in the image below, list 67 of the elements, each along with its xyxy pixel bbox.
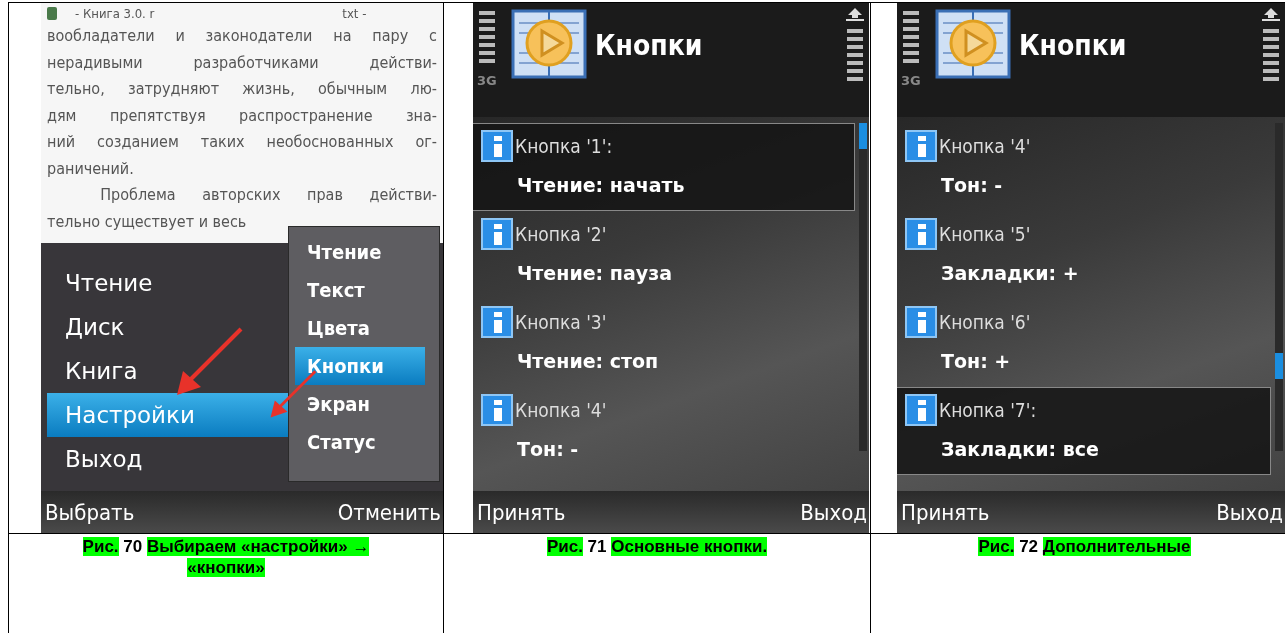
item-name: Кнопка '1':: [515, 135, 613, 157]
info-icon: [481, 130, 513, 162]
softkey[interactable]: Выход: [800, 499, 867, 525]
list-item[interactable]: Кнопка '2' Чтение: пауза: [473, 211, 855, 299]
figure-caption: Рис. 70 Выбираем «настройки» → «кнопки»: [81, 536, 371, 579]
info-icon: [481, 394, 513, 426]
reader-title: txt -: [342, 5, 367, 21]
list-item[interactable]: Кнопка '6' Тон: +: [897, 299, 1271, 387]
item-name: Кнопка '4': [939, 135, 1031, 157]
softkey[interactable]: Принять: [901, 499, 990, 525]
submenu-item[interactable]: Цвета: [289, 309, 439, 347]
upload-icon: [1261, 7, 1281, 21]
info-icon: [905, 394, 937, 426]
info-icon: [905, 306, 937, 338]
item-name: Кнопка '4': [515, 399, 607, 421]
list-item[interactable]: Кнопка '4' Тон: -: [473, 387, 855, 475]
list-item[interactable]: Кнопка '3' Чтение: стоп: [473, 299, 855, 387]
list-item[interactable]: Кнопка '1': Чтение: начать: [473, 123, 855, 211]
text-line: дям препятствуя распространение зна-: [47, 104, 437, 127]
network-label: 3G: [901, 73, 921, 88]
item-name: Кнопка '7':: [939, 399, 1037, 421]
item-value: Закладки: все: [940, 438, 1100, 460]
figure-caption: Рис. 72 Дополнительные: [977, 536, 1192, 558]
network-label: 3G: [477, 73, 497, 88]
item-value: Чтение: пауза: [516, 262, 673, 284]
upload-icon: [845, 7, 865, 21]
softkey[interactable]: Выбрать: [45, 499, 135, 525]
item-value: Тон: -: [516, 438, 580, 460]
item-name: Кнопка '3': [515, 311, 607, 333]
menu-item[interactable]: Чтение: [41, 261, 235, 305]
item-value: Тон: +: [940, 350, 1012, 372]
screen-title: Кнопки: [595, 28, 704, 62]
info-icon: [481, 306, 513, 338]
list-item[interactable]: Кнопка '5' Закладки: +: [897, 211, 1271, 299]
item-name: Кнопка '2': [515, 223, 607, 245]
text-line: ний созданием таких необоснованных ог-: [47, 131, 437, 153]
book-play-icon: [935, 7, 1011, 81]
menu-item[interactable]: Выход: [41, 437, 235, 481]
book-play-icon: [511, 7, 587, 81]
list-item[interactable]: Кнопка '7': Закладки: все: [897, 387, 1271, 475]
submenu-item[interactable]: Текст: [289, 271, 439, 309]
item-name: Кнопка '5': [939, 223, 1031, 245]
figure-caption: Рис. 71 Основные кнопки.: [545, 536, 769, 558]
text-line: раничений.: [47, 157, 135, 180]
reader-title: - Книга 3.0. r: [75, 5, 155, 21]
item-name: Кнопка '6': [939, 311, 1031, 333]
item-value: Чтение: начать: [516, 174, 686, 196]
info-icon: [481, 218, 513, 250]
info-icon: [905, 218, 937, 250]
item-value: Чтение: стоп: [516, 350, 660, 372]
softkey[interactable]: Принять: [477, 499, 566, 525]
submenu-item[interactable]: Чтение: [289, 233, 439, 271]
screen-title: Кнопки: [1019, 28, 1128, 62]
menu-item[interactable]: Книга: [41, 349, 235, 393]
item-value: Закладки: +: [940, 262, 1080, 284]
text-line: тельно, затрудняют жизнь, обычным лю-: [47, 78, 437, 100]
text-line: тельно существует и весь: [47, 210, 248, 233]
app-badge-icon: [47, 6, 57, 20]
list-item[interactable]: Кнопка '4' Тон: -: [897, 123, 1271, 211]
text-line: нерадивыми разработчиками действи-: [47, 51, 437, 74]
menu-item[interactable]: Диск: [41, 305, 235, 349]
text-line: Проблема авторских прав действи-: [99, 184, 437, 206]
softkey[interactable]: Выход: [1216, 499, 1283, 525]
item-value: Тон: -: [940, 174, 1004, 196]
info-icon: [905, 130, 937, 162]
text-line: вообладатели и законодатели на пару с: [47, 25, 437, 47]
softkey[interactable]: Отменить: [337, 499, 441, 525]
